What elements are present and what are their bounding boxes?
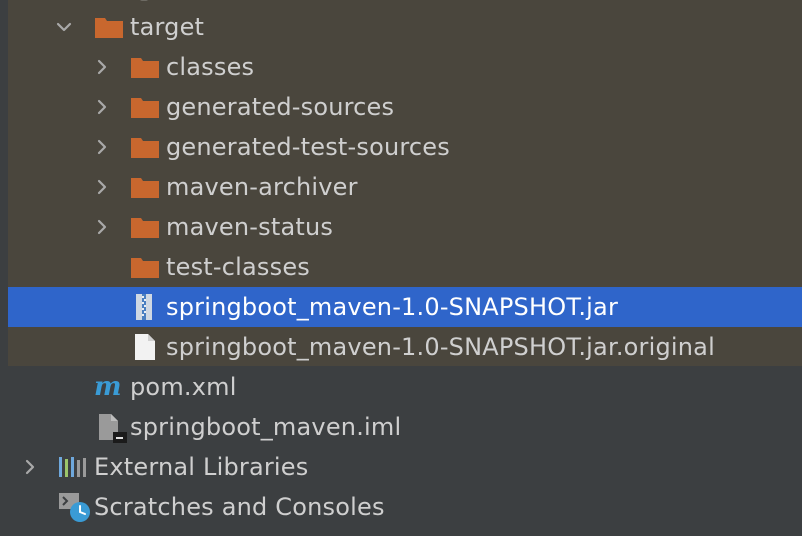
scratches-icon [59, 493, 90, 522]
tree-left-gutter [0, 0, 8, 536]
chevron-right-icon[interactable] [94, 59, 110, 75]
tree-item-scratches[interactable]: Scratches and Consoles [8, 487, 802, 527]
project-tree: target classes generated-sources generat… [0, 0, 802, 536]
folder-icon [131, 138, 159, 158]
chevron-right-icon[interactable] [94, 219, 110, 235]
tree-item-label: target [130, 13, 205, 41]
folder-icon [131, 98, 159, 118]
tree-item-pom[interactable]: m pom.xml [8, 367, 802, 407]
tree-item-target[interactable]: target [8, 7, 802, 47]
tree-item-label: test-classes [166, 253, 310, 281]
tree-item-label: springboot_maven.iml [130, 413, 402, 441]
chevron-down-icon[interactable] [56, 19, 72, 35]
svg-text:m: m [94, 373, 122, 401]
tree-item-label: generated-test-sources [166, 133, 450, 161]
tree-item-label: maven-archiver [166, 173, 358, 201]
chevron-right-icon[interactable] [94, 99, 110, 115]
folder-icon [131, 258, 159, 278]
tree-item-maven-status[interactable]: maven-status [8, 207, 802, 247]
jar-file-icon [136, 294, 152, 320]
text-file-icon [135, 334, 155, 360]
chevron-right-icon[interactable] [94, 139, 110, 155]
chevron-right-icon[interactable] [94, 179, 110, 195]
tree-item-jar-selected[interactable]: springboot_maven-1.0-SNAPSHOT.jar [8, 287, 802, 327]
tree-item-label: springboot_maven-1.0-SNAPSHOT.jar [166, 293, 619, 321]
tree-item-iml[interactable]: springboot_maven.iml [8, 407, 802, 447]
folder-icon [95, 18, 123, 38]
folder-icon [131, 178, 159, 198]
tree-item-classes[interactable]: classes [8, 47, 802, 87]
tree-item-label: pom.xml [130, 373, 237, 401]
iml-file-icon [99, 414, 127, 443]
folder-icon [131, 218, 159, 238]
folder-icon [131, 58, 159, 78]
tree-item-maven-archiver[interactable]: maven-archiver [8, 167, 802, 207]
chevron-right-icon[interactable] [22, 459, 38, 475]
tree-item-generated-test-sources[interactable]: generated-test-sources [8, 127, 802, 167]
tree-item-test-classes[interactable]: test-classes [8, 247, 802, 287]
tree-item-label: Scratches and Consoles [94, 493, 385, 521]
libraries-icon [59, 457, 86, 477]
tree-item-label: springboot_maven-1.0-SNAPSHOT.jar.origin… [166, 333, 715, 361]
tree-item-external-libraries[interactable]: External Libraries [8, 447, 802, 487]
tree-item-label: generated-sources [166, 93, 395, 121]
tree-item-jar-original[interactable]: springboot_maven-1.0-SNAPSHOT.jar.origin… [8, 327, 802, 367]
tree-item-label: External Libraries [94, 453, 309, 481]
tree-item-label: classes [166, 53, 255, 81]
maven-m-icon: m [94, 373, 122, 401]
tree-item-label: maven-status [166, 213, 334, 241]
tree-item-generated-sources[interactable]: generated-sources [8, 87, 802, 127]
